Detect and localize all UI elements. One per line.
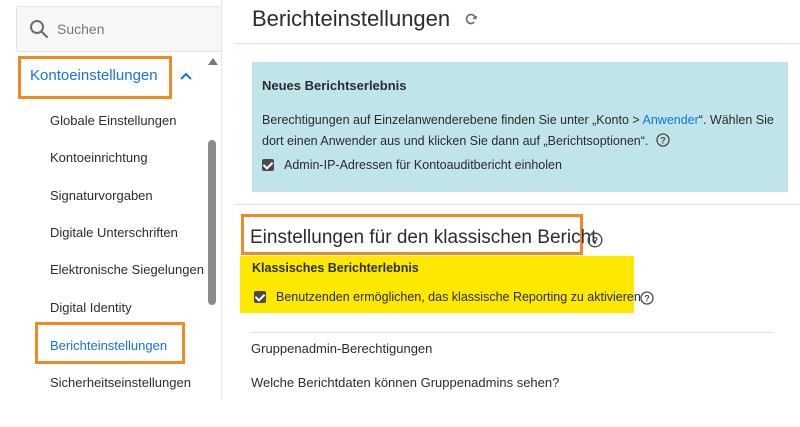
sidebar-item-elektronische-siegelungen[interactable]: Elektronische Siegelungen — [50, 262, 204, 277]
classic-reporting-checkbox[interactable] — [254, 291, 266, 303]
info-text: Berechtigungen auf Einzelanwenderebene f… — [262, 110, 778, 152]
sidebar-item-digital-identity[interactable]: Digital Identity — [50, 300, 132, 315]
classic-section-title: Einstellungen für den klassischen Berich… — [250, 227, 597, 248]
help-icon[interactable]: ? — [656, 133, 671, 147]
sidebar-nav: Kontoeinstellungen Globale Einstellungen… — [16, 52, 222, 400]
divider — [250, 332, 772, 333]
classic-experience-label: Klassisches Berichterlebnis — [252, 261, 419, 275]
info-panel: Neues Berichtserlebnis Berechtigungen au… — [252, 62, 788, 192]
sidebar-item-digitale-unterschriften[interactable]: Digitale Unterschriften — [50, 225, 178, 240]
sidebar-item-kontoeinrichtung[interactable]: Kontoeinrichtung — [50, 150, 148, 165]
admin-ip-checkbox-row[interactable]: Admin-IP-Adressen für Kontoauditbericht … — [262, 158, 562, 172]
info-title: Neues Berichtserlebnis — [262, 78, 407, 93]
search-placeholder: Suchen — [57, 21, 105, 37]
info-text-part1: Berechtigungen auf Einzelanwenderebene f… — [262, 113, 643, 127]
refresh-icon[interactable] — [464, 12, 478, 26]
sidebar-scrollbar[interactable] — [206, 52, 218, 400]
sidebar: Suchen Kontoeinstellungen Globale Einste… — [0, 0, 222, 400]
main-content: Berichteinstellungen Neues Berichtserleb… — [236, 0, 800, 427]
scroll-up-arrow-icon[interactable] — [208, 58, 218, 65]
svg-text:?: ? — [644, 294, 650, 304]
chevron-up-icon[interactable] — [179, 69, 193, 83]
sidebar-item-globale-einstellungen[interactable]: Globale Einstellungen — [50, 113, 176, 128]
svg-text:?: ? — [661, 136, 667, 146]
sidebar-item-sicherheitseinstellungen[interactable]: Sicherheitseinstellungen — [50, 375, 191, 390]
group-admin-question: Welche Berichtdaten können Gruppenadmins… — [251, 375, 560, 390]
divider — [236, 43, 800, 44]
search-input[interactable]: Suchen — [16, 6, 222, 52]
classic-reporting-checkbox-row[interactable]: Benutzenden ermöglichen, das klassische … — [254, 290, 641, 304]
page-title: Berichteinstellungen — [252, 6, 451, 31]
sidebar-item-berichteinstellungen[interactable]: Berichteinstellungen — [50, 338, 167, 353]
help-icon[interactable]: ? — [640, 291, 654, 305]
admin-ip-checkbox-label: Admin-IP-Adressen für Kontoauditbericht … — [284, 158, 562, 172]
admin-ip-checkbox[interactable] — [262, 159, 274, 171]
anwender-link[interactable]: Anwender — [643, 113, 699, 127]
group-admin-heading: Gruppenadmin-Berechtigungen — [251, 341, 433, 356]
help-icon[interactable]: ? — [587, 232, 603, 248]
scrollbar-thumb[interactable] — [208, 140, 216, 305]
divider — [236, 204, 800, 205]
svg-text:?: ? — [592, 236, 598, 247]
search-icon — [29, 19, 49, 39]
classic-reporting-checkbox-label: Benutzenden ermöglichen, das klassische … — [276, 290, 641, 304]
sidebar-item-signaturvorgaben[interactable]: Signaturvorgaben — [50, 188, 153, 203]
sidebar-group-kontoeinstellungen[interactable]: Kontoeinstellungen — [30, 67, 158, 84]
classic-reporting-highlight: Klassisches Berichterlebnis Benutzenden … — [240, 256, 641, 313]
